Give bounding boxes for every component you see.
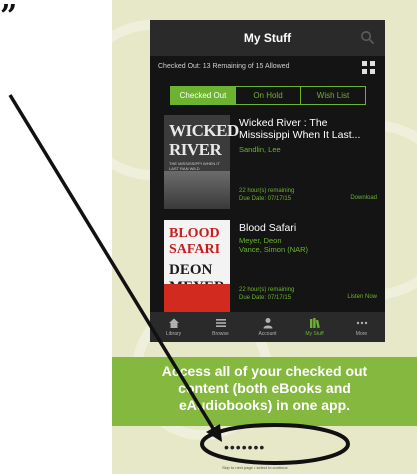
person-icon [263, 318, 272, 329]
book-cover[interactable]: WICKED RIVER THE MISSISSIPPI WHEN IT LAS… [164, 115, 239, 209]
list-icon [215, 319, 226, 327]
books-icon [309, 318, 320, 329]
quote-mark: ” [0, 0, 18, 34]
home-icon [168, 318, 179, 328]
tab-bar-account[interactable]: Account [244, 312, 291, 342]
tab-bar-browse[interactable]: Browse [197, 312, 244, 342]
cover-title-line: SAFARI [169, 242, 221, 257]
cover-title-line: BLOOD [169, 226, 220, 241]
nav-bar: My Stuff [150, 20, 385, 56]
search-icon[interactable] [360, 30, 375, 45]
book-author: Meyer, Deon Vance, Simon (NAR) [239, 236, 309, 254]
tab-bar-more[interactable]: More [338, 312, 385, 342]
checkout-status-row: Checked Out: 13 Remaining of 15 Allowed [150, 56, 385, 80]
cover-band [164, 284, 230, 314]
due-date: Due Date: 07/17/15 [239, 196, 292, 202]
book-cover[interactable]: BLOOD SAFARI DEON MEYER [164, 220, 230, 314]
banner-line: eAudiobooks) in one app. [178, 397, 351, 413]
list-item[interactable]: BLOOD SAFARI DEON MEYER Blood Safari Mey… [150, 220, 385, 314]
checkout-status-text: Checked Out: 13 Remaining of 15 Allowed [158, 63, 290, 70]
time-remaining: 22 hour(s) remaining [239, 188, 295, 194]
page-title: My Stuff [243, 31, 292, 45]
time-remaining: 22 hour(s) remaining [239, 287, 295, 293]
tab-bar-library[interactable]: Library [150, 312, 197, 342]
cover-subtitle: THE MISSISSIPPI WHEN IT LAST RAN WILD [169, 161, 220, 171]
list-item[interactable]: WICKED RIVER THE MISSISSIPPI WHEN IT LAS… [150, 115, 385, 215]
feature-banner: Access all of your checked out content (… [112, 357, 417, 426]
book-title[interactable]: Wicked River : The Mississippi When It L… [239, 117, 379, 141]
page-indicator-dots[interactable]: ••••••• [224, 440, 265, 454]
due-date: Due Date: 07/17/15 [239, 295, 292, 301]
banner-line: content (both eBooks and [178, 380, 351, 396]
tab-bar-label: My Stuff [305, 331, 324, 337]
book-title[interactable]: Blood Safari [239, 222, 379, 234]
banner-line: Access all of your checked out [161, 363, 368, 379]
tab-checked-out[interactable]: Checked Out [171, 87, 236, 104]
tab-bar-my-stuff[interactable]: My Stuff [291, 312, 338, 342]
cover-photo [164, 171, 230, 209]
tab-bar-label: More [355, 331, 368, 337]
segmented-tabs: Checked Out On Hold Wish List [170, 86, 366, 105]
footer-note: Skip to next page • select to continue [222, 465, 288, 470]
grid-view-icon[interactable] [362, 61, 375, 74]
tab-bar-label: Library [165, 331, 182, 337]
listen-now-button[interactable]: Listen Now [347, 294, 377, 300]
more-icon [356, 321, 367, 325]
phone-screen: My Stuff Checked Out: 13 Remaining of 15… [150, 20, 385, 342]
bottom-tab-bar: Library Browse Account My Stuff More [150, 312, 385, 342]
cover-title-line: WICKED [169, 121, 239, 140]
tab-bar-label: Account [258, 331, 277, 337]
tab-on-hold[interactable]: On Hold [236, 87, 301, 104]
book-author: Sandlin, Lee [239, 145, 281, 154]
download-button[interactable]: Download [350, 195, 377, 201]
cover-title-line: RIVER [169, 140, 222, 159]
tab-bar-label: Browse [212, 331, 229, 337]
tab-wish-list[interactable]: Wish List [301, 87, 365, 104]
